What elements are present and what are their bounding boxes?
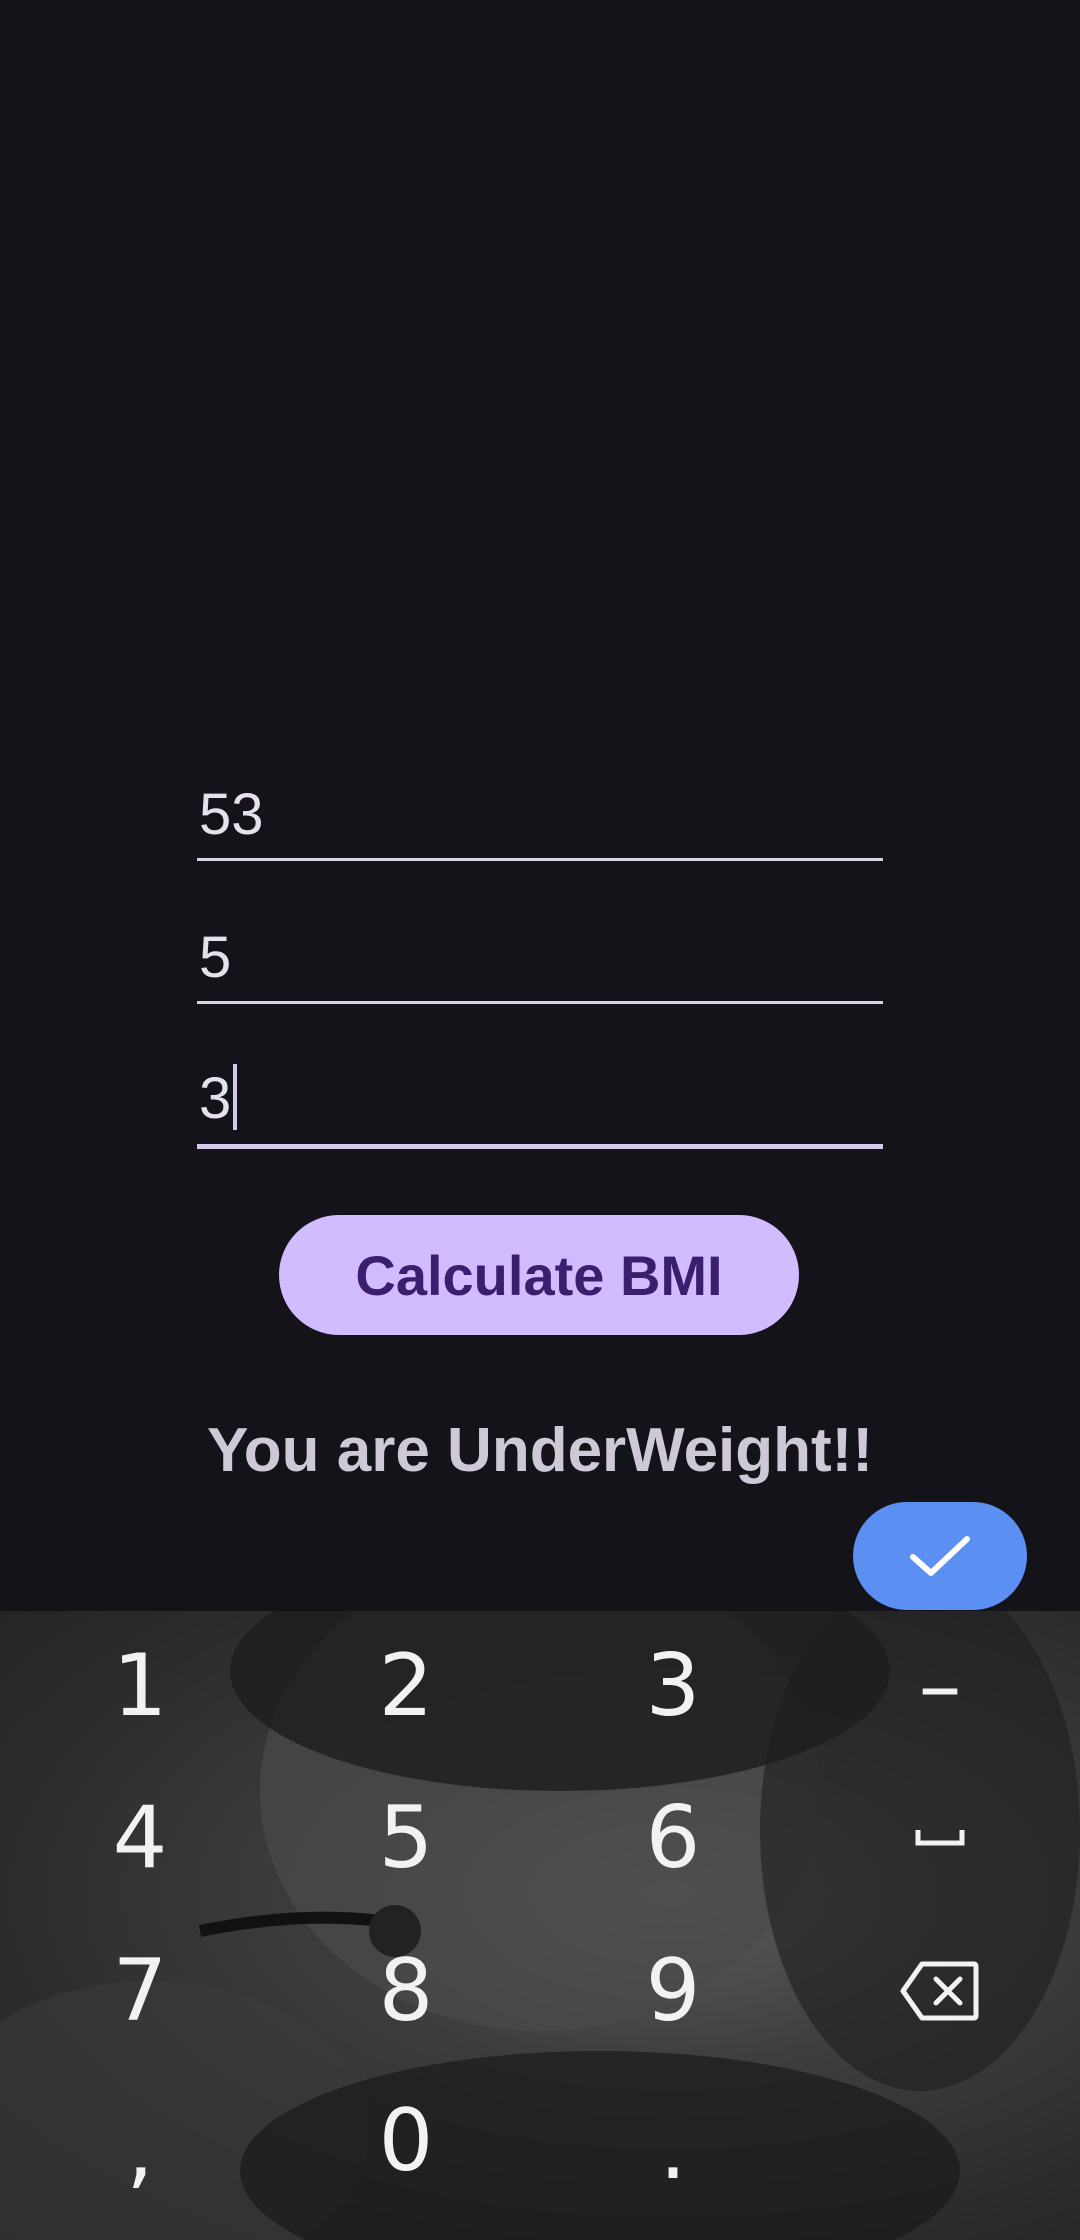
text-cursor <box>233 1064 238 1130</box>
checkmark-icon <box>910 1536 970 1576</box>
key-8[interactable]: 8 <box>271 1916 541 2066</box>
key-4[interactable]: 4 <box>5 1763 275 1913</box>
key-period[interactable]: . <box>538 2074 808 2224</box>
bmi-result-text: You are UnderWeight!! <box>207 1416 873 1485</box>
height-inches-value: 3 <box>199 1066 232 1131</box>
key-comma[interactable]: , <box>5 2074 275 2224</box>
key-9[interactable]: 9 <box>538 1916 808 2066</box>
key-3[interactable]: 3 <box>538 1611 808 1761</box>
bmi-calculator-screen: 53 5 3 Calculate BMI You are UnderWeight… <box>0 0 1080 1611</box>
backspace-key[interactable] <box>805 1916 1075 2066</box>
key-dash[interactable]: – <box>805 1611 1075 1761</box>
key-0[interactable]: 0 <box>271 2066 541 2216</box>
space-key[interactable] <box>805 1763 1075 1913</box>
key-6[interactable]: 6 <box>538 1763 808 1913</box>
done-key[interactable] <box>853 1502 1027 1610</box>
key-2[interactable]: 2 <box>271 1611 541 1761</box>
weight-input[interactable]: 53 <box>197 748 883 861</box>
space-icon <box>915 1830 965 1846</box>
height-inches-input[interactable]: 3 <box>197 1034 883 1149</box>
height-feet-value: 5 <box>199 925 232 990</box>
key-5[interactable]: 5 <box>271 1763 541 1913</box>
backspace-icon <box>900 1961 979 2021</box>
key-7[interactable]: 7 <box>5 1916 275 2066</box>
key-1[interactable]: 1 <box>5 1611 275 1761</box>
calculate-bmi-button[interactable]: Calculate BMI <box>279 1215 799 1335</box>
weight-value: 53 <box>199 782 264 847</box>
numeric-keyboard: 1 2 3 – 4 5 6 7 8 9 , 0 . <box>0 1611 1080 2240</box>
height-feet-input[interactable]: 5 <box>197 891 883 1004</box>
height-inches-wrapper: 3 <box>199 1064 238 1131</box>
